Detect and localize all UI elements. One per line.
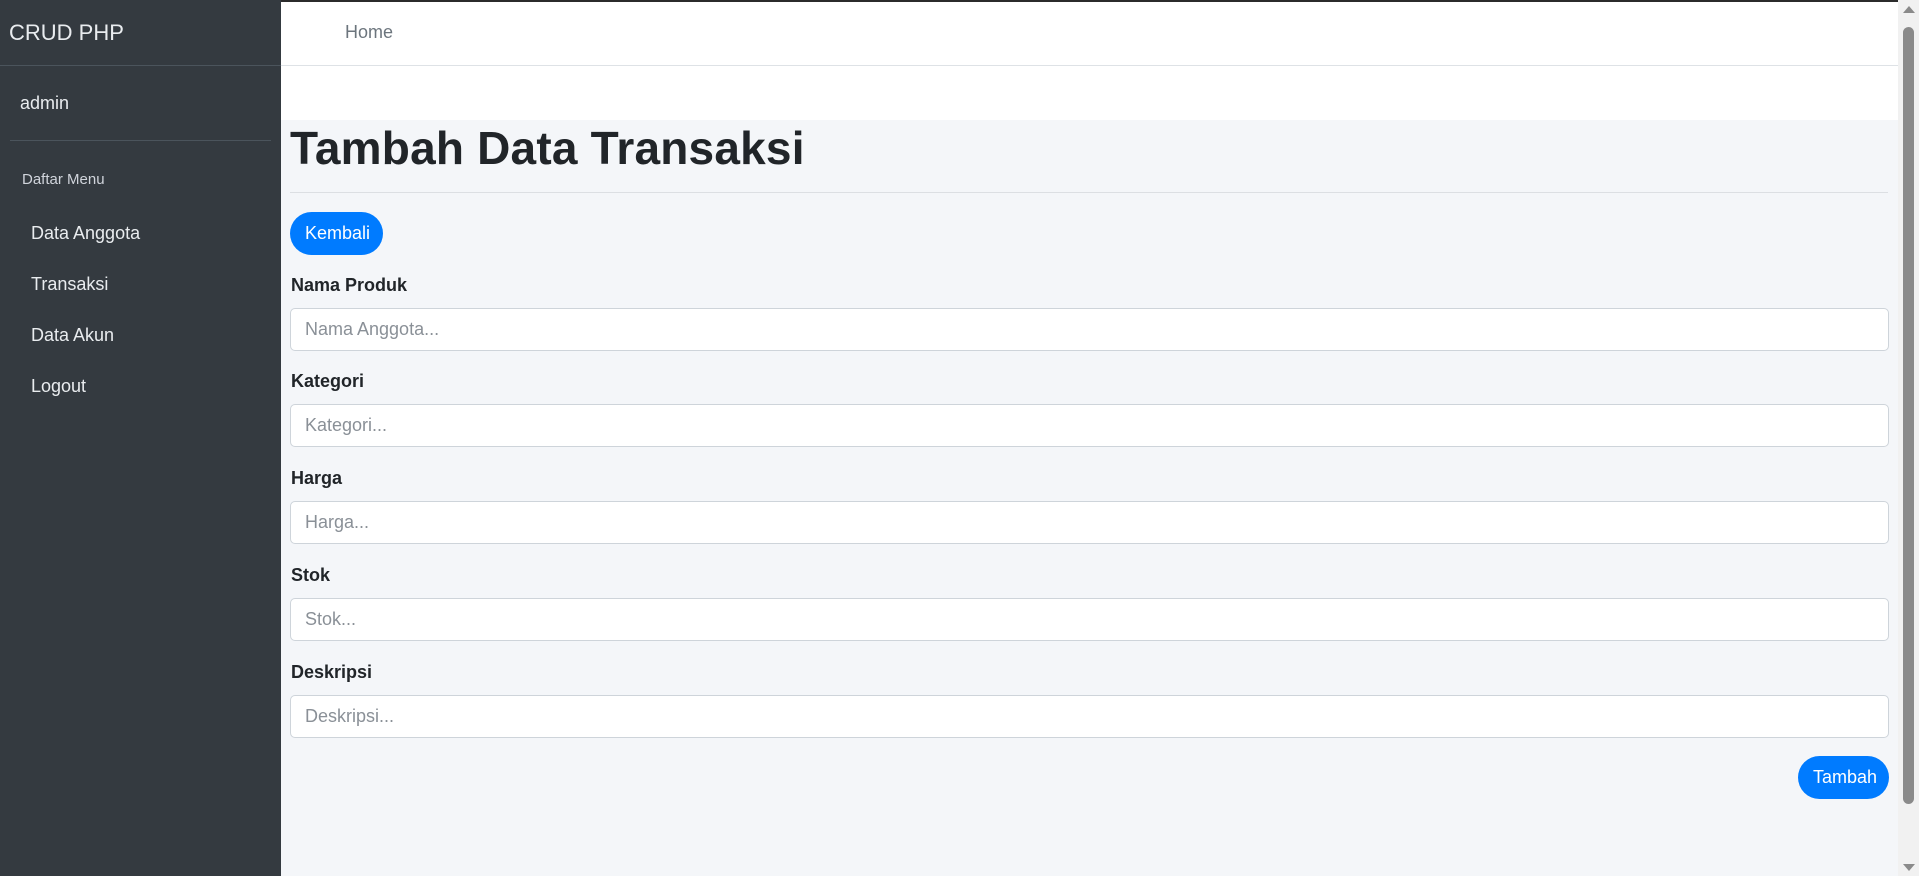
home-link[interactable]: Home <box>345 22 393 43</box>
stok-input[interactable] <box>290 598 1889 641</box>
scroll-up-icon[interactable] <box>1903 6 1915 13</box>
user-panel: admin <box>10 66 271 141</box>
field-label-stok: Stok <box>291 565 331 585</box>
field-label-deskripsi: Deskripsi <box>291 662 373 682</box>
brand-link[interactable]: CRUD PHP <box>0 0 281 66</box>
sidebar: CRUD PHP admin Daftar Menu Data Anggota … <box>0 0 281 876</box>
scroll-thumb[interactable] <box>1903 27 1914 804</box>
sidebar-item-label: Data Akun <box>31 325 115 345</box>
sidebar-item-transaksi[interactable]: Transaksi <box>0 262 281 313</box>
field-label-harga: Harga <box>291 468 343 488</box>
sidebar-item-label: Transaksi <box>31 274 109 294</box>
field-label-nama-produk: Nama Produk <box>291 275 408 295</box>
page-title: Tambah Data Transaksi <box>290 122 805 174</box>
top-navbar: Home <box>281 0 1899 66</box>
harga-input[interactable] <box>290 501 1889 544</box>
sidebar-item-label: Logout <box>31 376 87 396</box>
user-name[interactable]: admin <box>20 93 69 113</box>
kategori-input[interactable] <box>290 404 1889 447</box>
title-divider <box>290 192 1888 193</box>
nama-produk-input[interactable] <box>290 308 1889 351</box>
submit-button[interactable]: Tambah <box>1798 756 1889 799</box>
nav-header: Daftar Menu <box>22 171 105 188</box>
scroll-down-icon[interactable] <box>1903 864 1915 871</box>
sidebar-item-data-anggota[interactable]: Data Anggota <box>0 211 281 262</box>
sidebar-item-data-akun[interactable]: Data Akun <box>0 313 281 364</box>
sidebar-item-label: Data Anggota <box>31 223 141 243</box>
field-label-kategori: Kategori <box>291 371 365 391</box>
main-content: Tambah Data Transaksi Kembali Nama Produ… <box>281 120 1899 876</box>
sidebar-item-logout[interactable]: Logout <box>0 364 281 415</box>
page-scrollbar[interactable] <box>1898 0 1919 876</box>
deskripsi-input[interactable] <box>290 695 1889 738</box>
back-button[interactable]: Kembali <box>290 212 383 255</box>
